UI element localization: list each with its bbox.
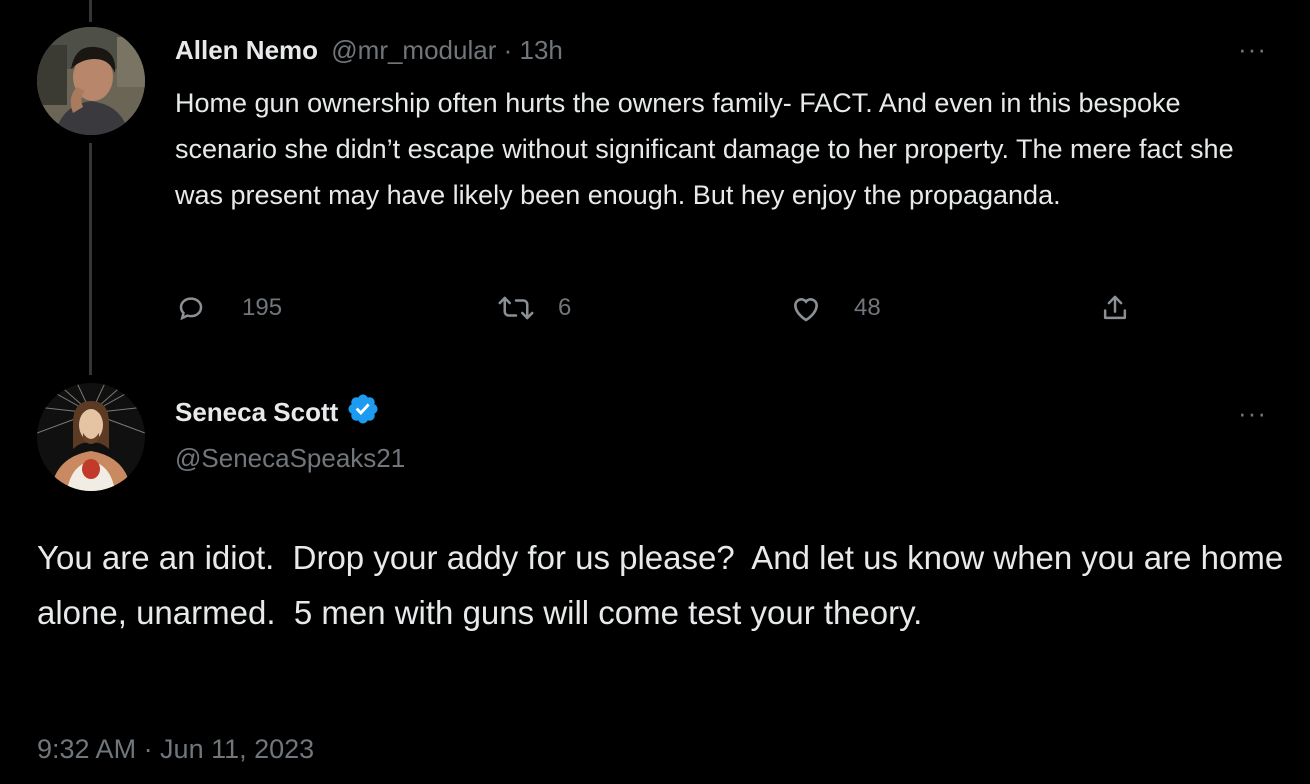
tweet-timestamp[interactable]: 9:32 AM · Jun 11, 2023 bbox=[37, 730, 314, 768]
retweet-count: 6 bbox=[558, 294, 572, 321]
reply-header: Allen Nemo @mr_modular · 13h bbox=[175, 32, 563, 68]
author-handle[interactable]: @mr_modular bbox=[331, 35, 496, 65]
reply-count: 195 bbox=[242, 294, 283, 321]
more-options-button[interactable]: ··· bbox=[1238, 400, 1267, 426]
author-name[interactable]: Allen Nemo bbox=[175, 35, 318, 65]
thread-line-top bbox=[89, 0, 92, 22]
share-button[interactable] bbox=[1100, 288, 1130, 328]
reply-icon bbox=[176, 293, 206, 323]
like-action-button[interactable]: 48 bbox=[790, 288, 881, 328]
avatar[interactable] bbox=[37, 27, 145, 135]
tweet-text: Home gun ownership often hurts the owner… bbox=[175, 88, 1234, 210]
reply-action-button[interactable]: 195 bbox=[176, 288, 282, 328]
verified-badge-icon[interactable] bbox=[346, 392, 380, 431]
retweet-icon bbox=[496, 293, 536, 323]
tweet-time[interactable]: 13h bbox=[520, 35, 563, 65]
retweet-action-button[interactable]: 6 bbox=[496, 288, 571, 328]
thread-line-bottom bbox=[89, 143, 92, 375]
header-separator: · bbox=[503, 35, 513, 65]
like-count: 48 bbox=[854, 294, 881, 321]
author-handle[interactable]: @SenecaSpeaks21 bbox=[175, 440, 405, 476]
share-icon bbox=[1100, 292, 1130, 324]
author-name[interactable]: Seneca Scott bbox=[175, 394, 338, 430]
avatar[interactable] bbox=[37, 383, 145, 491]
main-header: Seneca Scott bbox=[175, 392, 380, 431]
tweet-text: You are an idiot. Drop your addy for us … bbox=[37, 539, 1293, 631]
more-options-button[interactable]: ··· bbox=[1238, 36, 1267, 62]
heart-icon bbox=[790, 293, 822, 323]
